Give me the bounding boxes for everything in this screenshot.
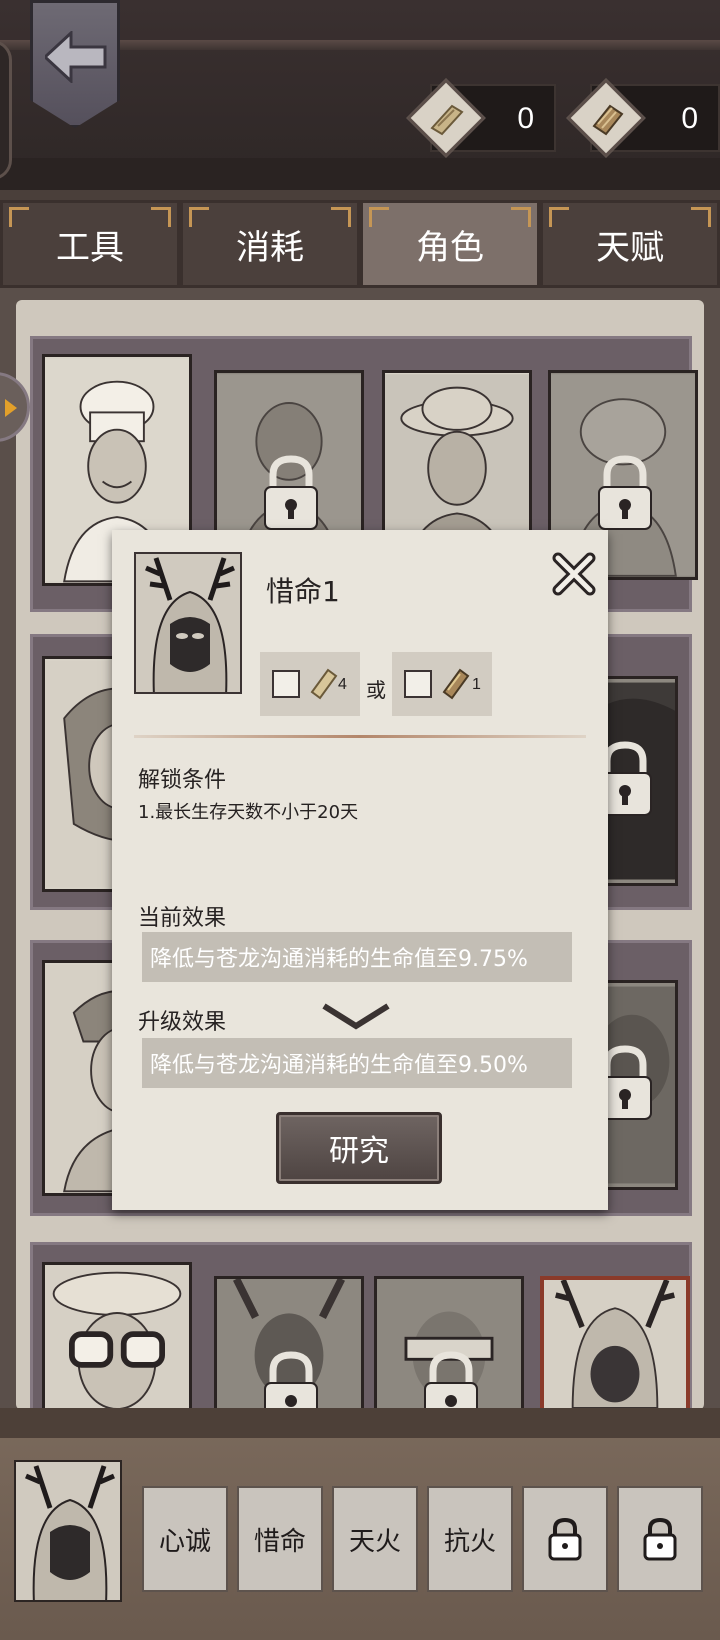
character-card-locked[interactable]: [214, 1276, 364, 1412]
cost-quantity: 1: [472, 676, 481, 693]
top-bar: 0 0: [0, 0, 720, 190]
book-icon: [442, 668, 470, 700]
corner-ornament: [189, 207, 209, 227]
lock-icon: [264, 1351, 318, 1409]
deer-mask-portrait: [136, 554, 240, 692]
chevron-down-icon[interactable]: [320, 1002, 392, 1030]
character-card-deer-mask-selected[interactable]: [540, 1276, 690, 1412]
back-arrow-icon: [45, 31, 107, 83]
upgrade-effect-title: 升级效果: [138, 1010, 227, 1035]
back-button[interactable]: [30, 0, 120, 128]
cost-option-book[interactable]: 1: [392, 652, 492, 716]
corner-ornament: [691, 207, 711, 227]
sunglasses-portrait: [45, 1265, 189, 1409]
currency-book: 0: [566, 78, 720, 158]
currency-scroll: 0: [406, 78, 556, 158]
category-tabs: 工具 消耗 角色 天赋: [0, 200, 720, 288]
scroll-icon: [310, 668, 338, 700]
corner-ornament: [511, 207, 531, 227]
scroll-icon: [430, 104, 464, 136]
tab-tools[interactable]: 工具: [0, 200, 180, 288]
tab-characters[interactable]: 角色: [360, 200, 540, 288]
character-name: 惜命1: [266, 575, 340, 608]
lock-icon: [264, 455, 318, 530]
deer-mask-portrait: [16, 1462, 120, 1600]
unlock-condition-text: 1.最长生存天数不小于20天: [138, 802, 359, 823]
lock-icon: [424, 1351, 478, 1409]
lock-icon: [643, 1517, 677, 1561]
cost-checkbox[interactable]: [272, 670, 300, 698]
skill-button-ximing[interactable]: 惜命: [237, 1486, 323, 1592]
lock-icon: [598, 455, 652, 530]
corner-ornament: [369, 207, 389, 227]
character-card-locked[interactable]: [374, 1276, 524, 1412]
skill-button-tianhuo[interactable]: 天火: [332, 1486, 418, 1592]
unlock-conditions-title: 解锁条件: [138, 768, 227, 793]
corner-ornament: [549, 207, 569, 227]
corner-ornament: [331, 207, 351, 227]
tab-consumables[interactable]: 消耗: [180, 200, 360, 288]
cost-option-scroll[interactable]: 4: [260, 652, 360, 716]
cost-quantity: 4: [338, 676, 347, 693]
corner-ornament: [151, 207, 171, 227]
cost-checkbox[interactable]: [404, 670, 432, 698]
upgrade-effect-text: 降低与苍龙沟通消耗的生命值至9.50%: [142, 1038, 572, 1088]
header-shadow: [0, 158, 720, 190]
tab-talents[interactable]: 天赋: [540, 200, 720, 288]
bottom-bar-trim: [0, 1408, 720, 1438]
book-icon: [592, 104, 624, 136]
lock-icon: [548, 1517, 582, 1561]
close-icon[interactable]: [550, 550, 598, 598]
selected-character-portrait: [14, 1460, 122, 1602]
tab-label: 工具: [56, 227, 124, 268]
side-bumper: [0, 40, 12, 180]
current-effect-title: 当前效果: [138, 906, 227, 931]
skill-button-locked[interactable]: [522, 1486, 608, 1592]
research-button[interactable]: 研究: [276, 1112, 442, 1184]
currency-count: 0: [517, 102, 534, 135]
skill-button-kanghuo[interactable]: 抗火: [427, 1486, 513, 1592]
tab-label: 角色: [416, 227, 484, 268]
currency-count: 0: [681, 102, 698, 135]
skill-button-locked[interactable]: [617, 1486, 703, 1592]
skill-button-xincheng[interactable]: 心诚: [142, 1486, 228, 1592]
or-label: 或: [366, 678, 386, 702]
character-card-sunglasses[interactable]: [42, 1262, 192, 1412]
current-effect-text: 降低与苍龙沟通消耗的生命值至9.75%: [142, 932, 572, 982]
tab-label: 消耗: [236, 227, 304, 268]
character-detail-dialog: 惜命1 4 或 1 解锁条件 1.最长生存天数不小于20天 当前效果 降低与苍龙…: [112, 530, 608, 1210]
modal-portrait: [134, 552, 242, 694]
tab-label: 天赋: [596, 227, 664, 268]
divider: [134, 735, 586, 738]
corner-ornament: [9, 207, 29, 227]
deer-mask-portrait: [544, 1280, 686, 1408]
